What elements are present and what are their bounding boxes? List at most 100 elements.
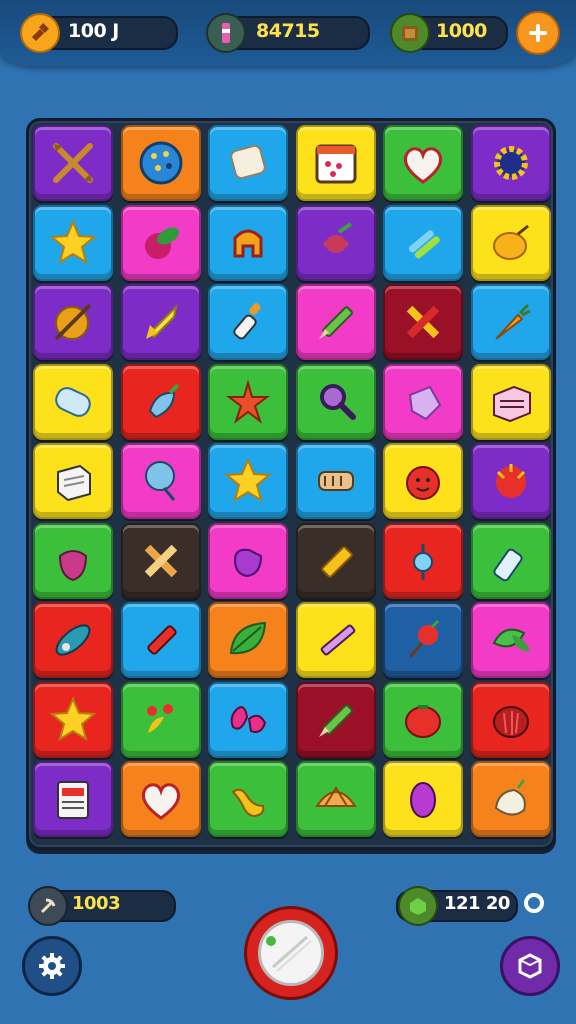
apple-bite-icon <box>233 229 263 257</box>
tile[interactable] <box>208 284 288 360</box>
tile[interactable] <box>120 125 201 201</box>
hammer-icon[interactable] <box>20 13 60 53</box>
tile[interactable] <box>33 363 113 440</box>
nut-icon <box>55 624 91 656</box>
eraser-icon <box>55 386 91 417</box>
marshmallow-icon <box>230 144 266 180</box>
pen-icon <box>320 624 355 656</box>
tile[interactable] <box>33 204 113 281</box>
tile[interactable] <box>120 602 201 678</box>
tile[interactable] <box>295 681 376 758</box>
crossed-arrows-icon <box>53 143 93 183</box>
shuffle-ball-button[interactable] <box>244 906 338 1000</box>
tile[interactable] <box>120 443 201 519</box>
balloon-icon <box>144 461 175 501</box>
tile[interactable] <box>295 761 376 837</box>
pepper-icon <box>233 548 263 577</box>
tile[interactable] <box>208 443 288 519</box>
dragonfruit-icon <box>495 464 526 498</box>
leaves-icon <box>492 628 530 652</box>
tile[interactable] <box>208 761 288 837</box>
tile[interactable] <box>470 125 551 201</box>
tile[interactable] <box>208 522 288 599</box>
tile[interactable] <box>208 363 288 440</box>
pickaxe-icon <box>28 886 68 926</box>
tile[interactable] <box>383 125 463 201</box>
tile[interactable] <box>383 681 463 758</box>
heart-icon <box>141 783 180 820</box>
tile[interactable] <box>295 363 376 440</box>
ring-icon[interactable] <box>524 893 544 913</box>
tile[interactable] <box>208 602 288 678</box>
pomegranate-icon <box>492 705 529 738</box>
tile[interactable] <box>470 602 551 678</box>
tile[interactable] <box>33 443 113 519</box>
star-icon <box>224 457 272 503</box>
lemon-icon <box>492 224 529 260</box>
tile[interactable] <box>295 284 376 360</box>
tile[interactable] <box>33 125 113 201</box>
peanut-icon <box>231 788 265 818</box>
sugar-cube-icon <box>57 464 91 502</box>
tile[interactable] <box>470 363 551 440</box>
cross-pencils-icon <box>406 305 440 339</box>
plum-icon <box>410 782 436 818</box>
tile[interactable] <box>470 522 551 599</box>
calendar-icon <box>315 144 356 184</box>
crate-icon <box>390 13 430 53</box>
tile[interactable] <box>383 284 463 360</box>
tile[interactable] <box>470 443 551 519</box>
tile[interactable] <box>383 602 463 678</box>
tile[interactable] <box>33 284 113 360</box>
hexagon-box-icon[interactable] <box>500 936 560 996</box>
sun-gear-icon <box>493 146 528 180</box>
tile[interactable] <box>470 761 551 837</box>
gem-box-icon <box>398 886 438 926</box>
tomato-face-icon <box>406 466 440 500</box>
tile[interactable] <box>120 761 201 837</box>
target-value: 121 20 <box>444 893 510 914</box>
tile[interactable] <box>208 681 288 758</box>
card-icon <box>57 781 89 819</box>
tile[interactable] <box>383 443 463 519</box>
settings-gear-icon[interactable] <box>22 936 82 996</box>
tile[interactable] <box>295 204 376 281</box>
tile[interactable] <box>383 761 463 837</box>
crossed-sticks-icon <box>144 544 177 577</box>
tile[interactable] <box>208 125 288 201</box>
tile[interactable] <box>120 522 201 599</box>
tile[interactable] <box>120 681 201 758</box>
coins-value: 100 J <box>68 20 119 42</box>
box-icon <box>492 385 531 422</box>
tile[interactable] <box>33 761 113 837</box>
radish-icon <box>148 383 179 418</box>
tile[interactable] <box>295 602 376 678</box>
tile[interactable] <box>120 204 201 281</box>
tile[interactable] <box>120 284 201 360</box>
tile[interactable] <box>295 125 376 201</box>
tile[interactable] <box>33 602 113 678</box>
moves-value: 1003 <box>72 893 121 914</box>
tile[interactable] <box>470 204 551 281</box>
gems-value: 1000 <box>436 20 487 42</box>
add-plus-icon[interactable] <box>516 11 560 55</box>
tile[interactable] <box>33 522 113 599</box>
yarn-ball-icon <box>54 303 92 341</box>
tile[interactable] <box>470 681 551 758</box>
leaf-icon <box>229 621 267 655</box>
cherry-icon <box>408 619 440 658</box>
tile[interactable] <box>383 204 463 281</box>
tile[interactable] <box>383 363 463 440</box>
tile[interactable] <box>383 522 463 599</box>
tile[interactable] <box>295 522 376 599</box>
garlic-icon <box>494 779 526 816</box>
potion-icon <box>206 13 246 53</box>
tile[interactable] <box>208 204 288 281</box>
bottle-icon <box>492 548 523 581</box>
tile[interactable] <box>295 443 376 519</box>
marker-icon <box>320 545 353 578</box>
tile[interactable] <box>33 681 113 758</box>
tile[interactable] <box>120 363 201 440</box>
tile[interactable] <box>470 284 551 360</box>
rocket-icon <box>145 303 178 339</box>
